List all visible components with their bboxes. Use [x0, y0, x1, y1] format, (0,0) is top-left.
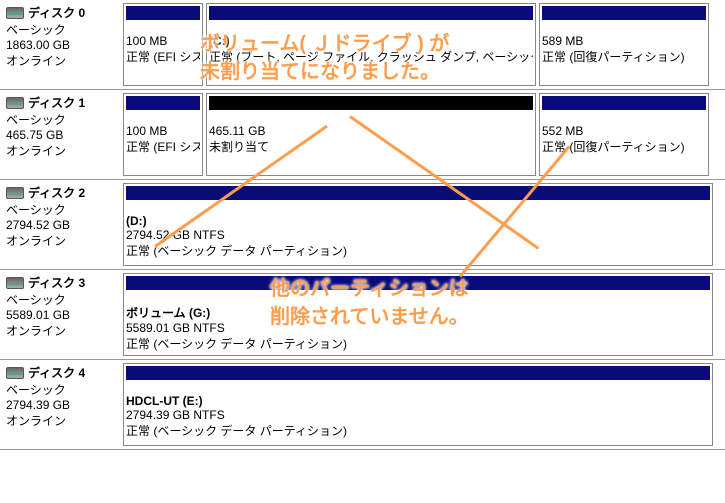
disk-size: 465.75 GB	[6, 128, 114, 142]
partition[interactable]: 589 MB正常 (回復パーティション)	[539, 3, 709, 86]
disk-label[interactable]: ディスク 2ベーシック2794.52 GBオンライン	[0, 180, 120, 269]
disk-label[interactable]: ディスク 1ベーシック465.75 GBオンライン	[0, 90, 120, 179]
partition-size: 589 MB	[542, 34, 706, 48]
partition[interactable]: (C:)正常 (ブート, ページ ファイル, クラッシュ ダンプ, ベーシック …	[206, 3, 536, 86]
disk-type: ベーシック	[6, 111, 114, 128]
partition-bar	[126, 276, 710, 290]
disk-type: ベーシック	[6, 201, 114, 218]
disk-type: ベーシック	[6, 291, 114, 308]
partition-bar	[126, 96, 200, 110]
disk-name: ディスク 1	[28, 94, 85, 111]
disk-row: ディスク 1ベーシック465.75 GBオンライン100 MB正常 (EFI シ…	[0, 90, 725, 180]
partition-bar	[542, 6, 706, 20]
disk-icon	[6, 187, 24, 199]
disk-size: 1863.00 GB	[6, 38, 114, 52]
partitions: (D:)2794.52 GB NTFS正常 (ベーシック データ パーティション…	[120, 180, 725, 269]
partitions: 100 MB正常 (EFI システム465.11 GB未割り当て552 MB正常…	[120, 90, 725, 179]
disk-status: オンライン	[6, 322, 114, 339]
partition[interactable]: 100 MB正常 (EFI システム	[123, 93, 203, 176]
partition[interactable]: 552 MB正常 (回復パーティション)	[539, 93, 709, 176]
disk-type: ベーシック	[6, 21, 114, 38]
disk-name: ディスク 3	[28, 274, 85, 291]
partition-status: 正常 (回復パーティション)	[542, 138, 706, 155]
partition-label: (D:)	[126, 214, 710, 228]
partition[interactable]: HDCL-UT (E:)2794.39 GB NTFS正常 (ベーシック データ…	[123, 363, 713, 446]
disk-icon	[6, 277, 24, 289]
partition-status: 正常 (ベーシック データ パーティション)	[126, 422, 710, 439]
partition-size: 100 MB	[126, 34, 200, 48]
disk-icon	[6, 7, 24, 19]
partition-bar	[126, 6, 200, 20]
partition-status: 正常 (EFI システム	[126, 138, 200, 155]
disk-label[interactable]: ディスク 4ベーシック2794.39 GBオンライン	[0, 360, 120, 449]
partition[interactable]: (D:)2794.52 GB NTFS正常 (ベーシック データ パーティション…	[123, 183, 713, 266]
disk-type: ベーシック	[6, 381, 114, 398]
disk-icon	[6, 97, 24, 109]
partition-size: 2794.39 GB NTFS	[126, 408, 710, 422]
partition-label: HDCL-UT (E:)	[126, 394, 710, 408]
partition-bar	[126, 366, 710, 380]
disk-size: 5589.01 GB	[6, 308, 114, 322]
partition[interactable]: 465.11 GB未割り当て	[206, 93, 536, 176]
partition-size: 100 MB	[126, 124, 200, 138]
disk-row: ディスク 3ベーシック5589.01 GBオンラインボリューム (G:)5589…	[0, 270, 725, 360]
disk-name: ディスク 4	[28, 364, 85, 381]
partition-bar	[209, 96, 533, 110]
disk-label[interactable]: ディスク 3ベーシック5589.01 GBオンライン	[0, 270, 120, 359]
disk-row: ディスク 0ベーシック1863.00 GBオンライン100 MB正常 (EFI …	[0, 0, 725, 90]
partitions: ボリューム (G:)5589.01 GB NTFS正常 (ベーシック データ パ…	[120, 270, 725, 359]
partitions: 100 MB正常 (EFI システム(C:)正常 (ブート, ページ ファイル,…	[120, 0, 725, 89]
partition-status: 正常 (回復パーティション)	[542, 48, 706, 65]
partition-size: 5589.01 GB NTFS	[126, 321, 710, 335]
partition-label: (C:)	[209, 34, 533, 48]
partition[interactable]: ボリューム (G:)5589.01 GB NTFS正常 (ベーシック データ パ…	[123, 273, 713, 356]
disk-name: ディスク 2	[28, 184, 85, 201]
partition-status: 正常 (ブート, ページ ファイル, クラッシュ ダンプ, ベーシック データ …	[209, 48, 533, 65]
partition-bar	[209, 6, 533, 20]
disk-name: ディスク 0	[28, 4, 85, 21]
disk-label[interactable]: ディスク 0ベーシック1863.00 GBオンライン	[0, 0, 120, 89]
disk-size: 2794.52 GB	[6, 218, 114, 232]
partition-bar	[542, 96, 706, 110]
partition-status: 正常 (ベーシック データ パーティション)	[126, 242, 710, 259]
disk-row: ディスク 2ベーシック2794.52 GBオンライン (D:)2794.52 G…	[0, 180, 725, 270]
partition-label: ボリューム (G:)	[126, 304, 710, 321]
disk-status: オンライン	[6, 142, 114, 159]
partition[interactable]: 100 MB正常 (EFI システム	[123, 3, 203, 86]
disk-status: オンライン	[6, 412, 114, 429]
disk-status: オンライン	[6, 52, 114, 69]
disk-icon	[6, 367, 24, 379]
disk-status: オンライン	[6, 232, 114, 249]
partition-bar	[126, 186, 710, 200]
partitions: HDCL-UT (E:)2794.39 GB NTFS正常 (ベーシック データ…	[120, 360, 725, 449]
disk-size: 2794.39 GB	[6, 398, 114, 412]
partition-size: 2794.52 GB NTFS	[126, 228, 710, 242]
partition-size: 552 MB	[542, 124, 706, 138]
disk-row: ディスク 4ベーシック2794.39 GBオンラインHDCL-UT (E:)27…	[0, 360, 725, 450]
partition-size: 465.11 GB	[209, 124, 533, 138]
partition-status: 正常 (EFI システム	[126, 48, 200, 65]
partition-status: 未割り当て	[209, 138, 533, 155]
partition-status: 正常 (ベーシック データ パーティション)	[126, 335, 710, 352]
